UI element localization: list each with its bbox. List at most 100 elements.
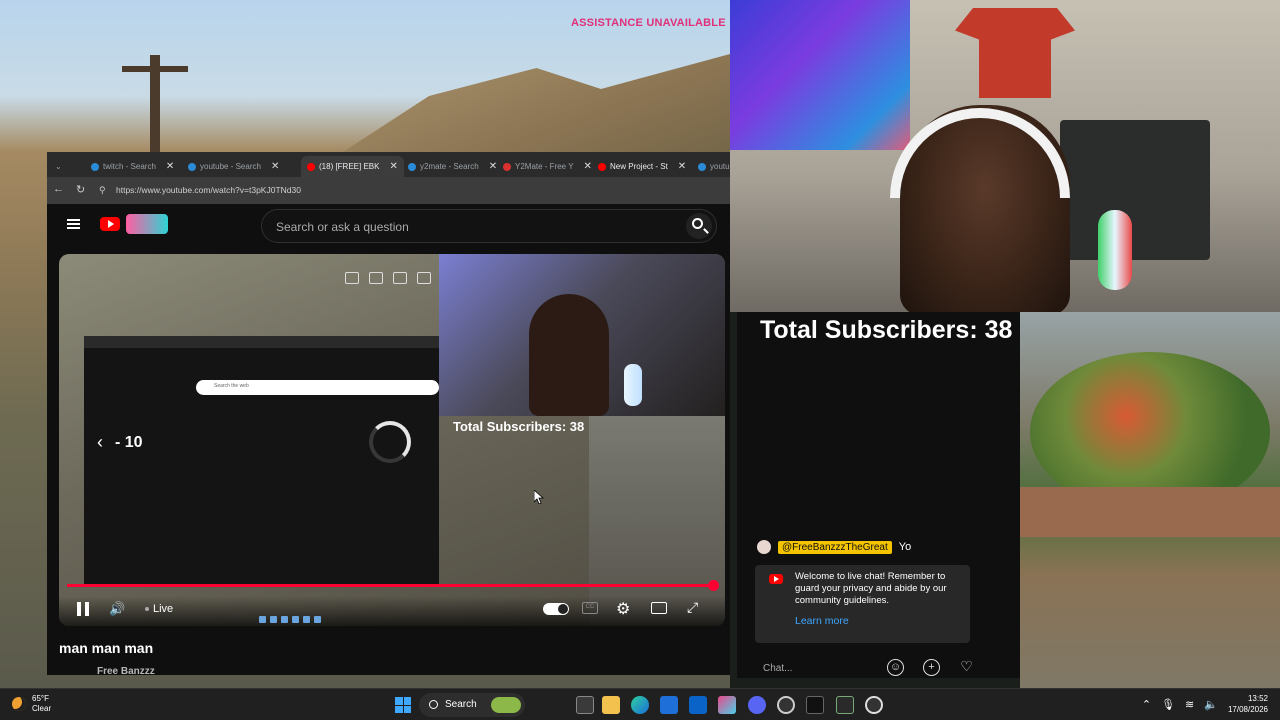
tab-y2mate-search[interactable]: y2mate - Search ✕ xyxy=(402,156,503,177)
weather-temp: 65°F xyxy=(32,694,49,703)
back-icon[interactable]: ← xyxy=(53,183,64,195)
chat-input[interactable]: Chat... ☺ + ♡ xyxy=(737,655,1020,680)
lamp xyxy=(624,364,642,406)
app-icon[interactable] xyxy=(836,696,854,714)
miniplayer-icon[interactable] xyxy=(651,602,667,614)
captions-icon[interactable]: CC xyxy=(582,602,598,614)
wifi-icon[interactable]: ≋ xyxy=(1185,698,1194,711)
background-monitor xyxy=(1060,120,1210,260)
search-input[interactable]: Search or ask a question xyxy=(261,209,717,243)
chrome-icon[interactable] xyxy=(777,696,795,714)
discord-icon[interactable] xyxy=(748,696,766,714)
taskbar-search-label: Search xyxy=(445,699,477,710)
tab-label: youtube - Search xyxy=(200,162,261,171)
y2mate-icon xyxy=(503,162,511,171)
player-road-scene xyxy=(589,416,725,626)
fullscreen-icon[interactable]: ⤢ xyxy=(687,599,698,616)
wall-shirt xyxy=(955,8,1075,98)
search-highlight-icon xyxy=(491,697,521,713)
edge-icon[interactable] xyxy=(631,696,649,714)
tab-youtu[interactable]: youtu xyxy=(692,156,736,177)
close-icon[interactable]: ✕ xyxy=(166,161,174,172)
nested-tab-strip xyxy=(84,336,439,348)
microphone-icon[interactable]: 🎙 xyxy=(1161,698,1175,711)
file-explorer-icon[interactable] xyxy=(602,696,620,714)
clock[interactable]: 13:52 17/08/2026 xyxy=(1228,693,1268,715)
picture-in-picture-icon[interactable] xyxy=(345,272,359,284)
cast-icon[interactable] xyxy=(369,272,383,284)
tab-label: y2mate - Search xyxy=(420,162,479,171)
speaker-icon[interactable]: 🔈 xyxy=(1204,698,1218,711)
tab-twitch-search[interactable]: twitch - Search ✕ xyxy=(85,156,180,177)
tab-new-project[interactable]: New Project - St ✕ xyxy=(592,156,692,177)
store-icon[interactable] xyxy=(660,696,678,714)
emoji-icon[interactable]: ☺ xyxy=(887,659,904,676)
reload-icon[interactable]: ↻ xyxy=(76,183,85,196)
learn-more-link[interactable]: Learn more xyxy=(795,615,849,627)
rewind-seconds: - 10 xyxy=(115,433,143,451)
tab-youtube-video[interactable]: (18) [FREE] EBK ✕ xyxy=(301,156,404,177)
progress-knob[interactable] xyxy=(708,580,719,591)
chat-author[interactable]: @FreeBanzzzTheGreat xyxy=(778,540,892,554)
time: 13:52 xyxy=(1247,694,1268,703)
youtube-icon xyxy=(307,162,315,171)
tab-y2mate[interactable]: Y2Mate - Free Y ✕ xyxy=(497,156,598,177)
game-scene-right xyxy=(1020,312,1280,688)
translate-icon[interactable] xyxy=(417,272,431,284)
close-icon[interactable]: ✕ xyxy=(489,161,497,172)
volume-icon[interactable]: 🔊 xyxy=(109,601,125,617)
progress-bar[interactable] xyxy=(67,580,719,591)
capcut-icon[interactable] xyxy=(806,696,824,714)
streamer xyxy=(529,294,609,416)
tab-list-icon[interactable]: ⌄ xyxy=(49,156,79,177)
close-icon[interactable]: ✕ xyxy=(678,161,686,172)
address-bar: ← ↻ ⚲ https://www.youtube.com/watch?v=t3… xyxy=(47,177,730,204)
chevron-up-icon[interactable]: ⌃ xyxy=(1142,698,1151,711)
search-placeholder: Search or ask a question xyxy=(276,220,409,234)
player-subscribers-overlay: Total Subscribers: 38 xyxy=(453,419,585,434)
autoplay-toggle[interactable] xyxy=(543,603,569,615)
taskbar-search[interactable]: Search xyxy=(419,693,525,717)
youtube-logo[interactable] xyxy=(100,217,120,231)
weather-widget[interactable]: 65°F Clear xyxy=(12,694,51,714)
close-icon[interactable]: ✕ xyxy=(271,161,279,172)
tab-youtube-search[interactable]: youtube - Search ✕ xyxy=(182,156,285,177)
webcam-feed xyxy=(730,0,1280,312)
add-icon[interactable]: + xyxy=(923,659,940,676)
search-button[interactable] xyxy=(686,213,712,239)
gear-icon[interactable]: ⚙ xyxy=(616,599,630,619)
lock-icon[interactable]: ⚲ xyxy=(99,185,106,196)
live-badge[interactable]: Live xyxy=(145,603,173,615)
date: 17/08/2026 xyxy=(1227,705,1268,714)
tab-label: New Project - St xyxy=(610,162,668,171)
task-view-icon[interactable] xyxy=(576,696,594,714)
outlook-icon[interactable] xyxy=(689,696,707,714)
url-field[interactable]: https://www.youtube.com/watch?v=t3pKJ0TN… xyxy=(116,185,301,195)
total-subscribers-overlay: Total Subscribers: 38 xyxy=(760,316,1013,344)
channel-brand-logo[interactable] xyxy=(126,214,168,234)
screen: ASSISTANCE UNAVAILABLE Total Subscribers… xyxy=(0,0,1280,720)
close-icon[interactable]: ✕ xyxy=(584,161,592,172)
youtube-icon xyxy=(769,574,783,584)
weather-condition: Clear xyxy=(32,704,52,713)
chat-avatar[interactable] xyxy=(757,540,771,554)
copilot-icon[interactable] xyxy=(718,696,736,714)
nested-app-icon xyxy=(281,616,288,623)
heart-icon[interactable]: ♡ xyxy=(958,659,975,676)
browser-window: ⌄ twitch - Search ✕ youtube - Search ✕ (… xyxy=(47,152,730,677)
video-player[interactable]: Search the web Total Subscribers: 38 ‹ -… xyxy=(59,254,725,626)
channel-name[interactable]: Free Banzzz xyxy=(97,666,155,677)
share-icon[interactable] xyxy=(393,272,407,284)
pause-icon[interactable] xyxy=(77,602,89,616)
player-top-icons xyxy=(345,272,431,284)
menu-icon[interactable] xyxy=(67,219,80,229)
bing-icon xyxy=(91,162,99,171)
tab-label: twitch - Search xyxy=(103,162,156,171)
obs-icon[interactable] xyxy=(865,696,883,714)
live-dot xyxy=(145,607,149,611)
chat-welcome-card: Welcome to live chat! Remember to guard … xyxy=(755,565,970,643)
nested-app-icon xyxy=(270,616,277,623)
windows-start-icon[interactable] xyxy=(395,697,411,713)
rewind-indicator: ‹ - 10 xyxy=(97,432,143,453)
close-icon[interactable]: ✕ xyxy=(389,161,397,172)
